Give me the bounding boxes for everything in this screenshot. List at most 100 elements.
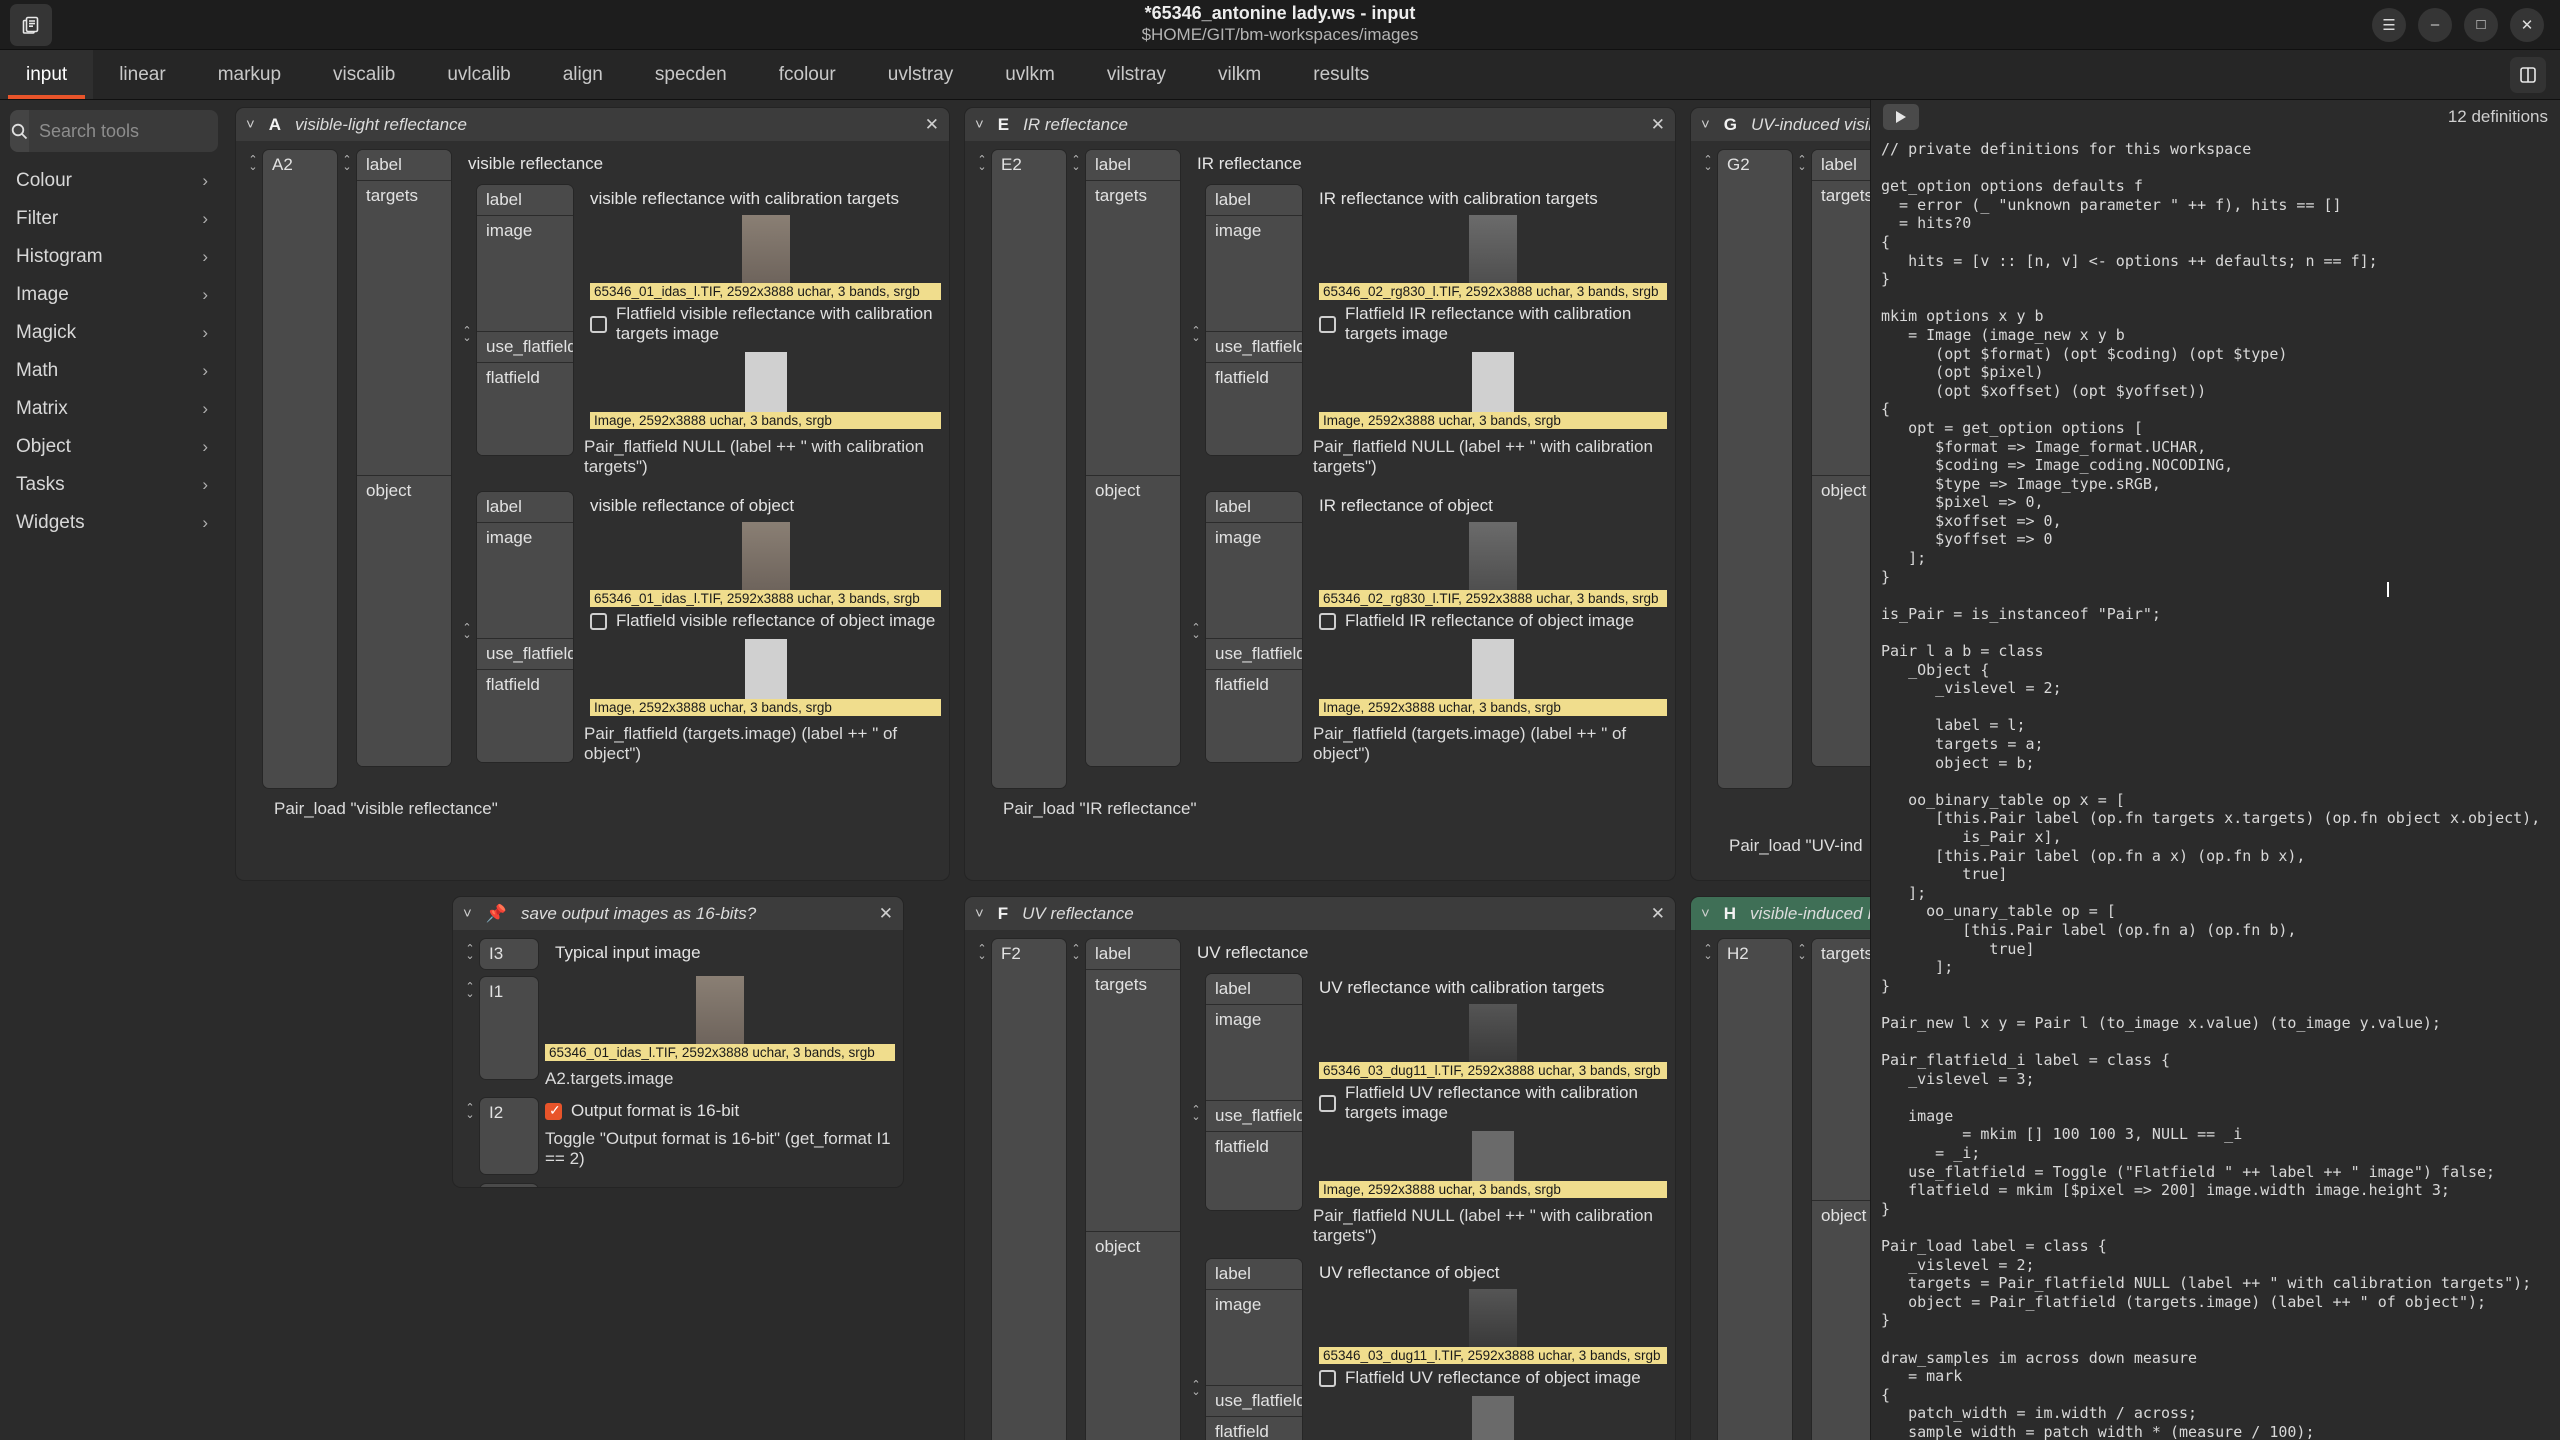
panel-G-row-spinner[interactable]: ⌃ ⌄ <box>1793 149 1811 173</box>
panel-E-object-label-field[interactable]: label <box>1206 492 1302 523</box>
panel-F-object-image-field[interactable]: image <box>1206 1290 1302 1386</box>
panel-E-row-spinner[interactable]: ⌃ ⌄ <box>1067 149 1085 173</box>
panel-F-targets-useflatfield-field[interactable]: use_flatfield <box>1206 1101 1302 1132</box>
run-icon[interactable] <box>1883 104 1919 130</box>
panel-F-row-spinner[interactable]: ⌃ ⌄ <box>1067 938 1085 962</box>
tab-uvlstray[interactable]: uvlstray <box>862 50 979 99</box>
sidebar-item-magick[interactable]: Magick › <box>10 314 218 352</box>
sidebar-item-widgets[interactable]: Widgets › <box>10 504 218 542</box>
panel-F-label-field[interactable]: label <box>1086 939 1180 970</box>
panel-E-object-flatfield-field[interactable]: flatfield <box>1206 670 1302 762</box>
panel-A-close-icon[interactable]: ✕ <box>925 115 939 135</box>
panel-E-name[interactable]: E2 <box>991 149 1067 789</box>
panel-H-targets-field[interactable]: targets <box>1812 939 1870 1201</box>
panel-save-output[interactable]: ˅ 📌 save output images as 16-bits? ✕ ⌃ ⌄ … <box>453 897 903 1187</box>
panel-E-object-useflatfield-field[interactable]: use_flatfield <box>1206 639 1302 670</box>
tab-linear[interactable]: linear <box>93 50 191 99</box>
panel-save-name-i1[interactable]: I1 <box>479 976 539 1080</box>
panel-E-spinner[interactable]: ⌃ ⌄ <box>973 149 991 173</box>
code-editor[interactable]: // private definitions for this workspac… <box>1871 134 2560 1440</box>
panel-save-depth-field[interactable]: depth <box>479 1183 539 1187</box>
tab-vilstray[interactable]: vilstray <box>1081 50 1192 99</box>
maximize-icon[interactable]: □ <box>2464 7 2498 42</box>
panel-H-spinner[interactable]: ⌃ ⌄ <box>1699 938 1717 962</box>
panel-A-targets-label-field[interactable]: label <box>477 185 573 216</box>
sidebar-item-matrix[interactable]: Matrix › <box>10 390 218 428</box>
panel-F-object-field[interactable]: object <box>1086 1232 1180 1440</box>
panel-A-label-field[interactable]: label <box>357 150 451 181</box>
panel-F-object-flatfield-field[interactable]: flatfield <box>1206 1417 1302 1440</box>
panel-F-close-icon[interactable]: ✕ <box>1651 904 1665 924</box>
tab-results[interactable]: results <box>1287 50 1395 99</box>
panel-F-targets-thumbnail[interactable] <box>1469 1004 1517 1062</box>
sidebar-item-tasks[interactable]: Tasks › <box>10 466 218 504</box>
chevron-down-icon[interactable]: ˅ <box>1701 116 1710 133</box>
panel-F-object-label-field[interactable]: label <box>1206 1259 1302 1290</box>
panel-E-close-icon[interactable]: ✕ <box>1651 115 1665 135</box>
menu-icon[interactable]: ☰ <box>2372 7 2406 42</box>
panel-F-object-spinner[interactable]: ⌃ ⌄ <box>1187 1258 1205 1440</box>
panel-A-targets-field[interactable]: targets <box>357 181 451 476</box>
panel-H-name[interactable]: H2 <box>1717 938 1793 1440</box>
panel-G-label-field[interactable]: label <box>1812 150 1870 181</box>
panel-E-object-flatfield-preview[interactable] <box>1472 639 1514 699</box>
panel-save-thumbnail[interactable] <box>696 976 744 1044</box>
panel-save-16bit-checkbox[interactable] <box>545 1102 562 1120</box>
panel-A-object-spinner[interactable]: ⌃ ⌄ <box>458 491 476 764</box>
panel-A-spinner[interactable]: ⌃ ⌄ <box>244 149 262 173</box>
panel-A-targets-spinner[interactable]: ⌃ ⌄ <box>458 184 476 477</box>
panel-E[interactable]: ˅ E IR reflectance ✕ ⌃ ⌄ E2 ⌃ ⌄ label targ… <box>965 108 1675 880</box>
panel-F-object-useflatfield-field[interactable]: use_flatfield <box>1206 1386 1302 1417</box>
panel-H-row-spinner[interactable]: ⌃ ⌄ <box>1793 938 1811 962</box>
panel-save-spinner-i3[interactable]: ⌃ ⌄ <box>461 938 479 962</box>
panel-E-object-useflatfield-checkbox[interactable] <box>1319 612 1336 630</box>
search-icon[interactable] <box>10 110 29 152</box>
search-input[interactable] <box>29 110 218 152</box>
panel-A-name[interactable]: A2 <box>262 149 338 789</box>
panel-F-targets-flatfield-preview[interactable] <box>1472 1131 1514 1181</box>
sidebar-item-histogram[interactable]: Histogram › <box>10 238 218 276</box>
panel-F-targets-image-field[interactable]: image <box>1206 1005 1302 1101</box>
panel-A-targets-useflatfield-checkbox[interactable] <box>590 315 607 333</box>
panel-A-targets-useflatfield-field[interactable]: use_flatfield <box>477 332 573 363</box>
panel-E-targets-useflatfield-checkbox[interactable] <box>1319 315 1336 333</box>
panel-save-name-i3[interactable]: I3 <box>479 938 539 970</box>
panel-E-label-field[interactable]: label <box>1086 150 1180 181</box>
panel-E-targets-useflatfield-field[interactable]: use_flatfield <box>1206 332 1302 363</box>
tab-viscalib[interactable]: viscalib <box>307 50 421 99</box>
chevron-down-icon[interactable]: ˅ <box>463 905 472 922</box>
tab-vilkm[interactable]: vilkm <box>1192 50 1287 99</box>
panel-A-object-useflatfield-field[interactable]: use_flatfield <box>477 639 573 670</box>
panel-save-spinner-i2[interactable]: ⌃ ⌄ <box>461 1097 479 1121</box>
panel-F-targets-label-field[interactable]: label <box>1206 974 1302 1005</box>
panel-F-targets-flatfield-field[interactable]: flatfield <box>1206 1132 1302 1210</box>
panel-save-name-i2[interactable]: I2 <box>479 1097 539 1175</box>
panel-E-object-image-field[interactable]: image <box>1206 523 1302 639</box>
chevron-down-icon[interactable]: ˅ <box>975 116 984 133</box>
panel-E-targets-image-field[interactable]: image <box>1206 216 1302 332</box>
sidebar-item-colour[interactable]: Colour › <box>10 162 218 200</box>
panel-H-object-field[interactable]: object <box>1812 1201 1870 1440</box>
panel-G-object-field[interactable]: object <box>1812 476 1870 766</box>
panel-A-targets-flatfield-preview[interactable] <box>744 352 787 412</box>
panel-A-targets-flatfield-field[interactable]: flatfield <box>477 363 573 455</box>
panel-F-object-thumbnail[interactable] <box>1469 1289 1517 1347</box>
panel-save-pin-icon[interactable]: 📌 <box>486 904 507 924</box>
panel-F-name[interactable]: F2 <box>991 938 1067 1440</box>
panel-F-targets-spinner[interactable]: ⌃ ⌄ <box>1187 973 1205 1246</box>
panel-save-spinner-i1[interactable]: ⌃ ⌄ <box>461 976 479 1000</box>
panel-E-object-thumbnail[interactable] <box>1469 522 1517 590</box>
panel-F-object-flatfield-preview[interactable] <box>1472 1396 1514 1440</box>
close-icon[interactable]: ✕ <box>2510 7 2544 42</box>
panel-G[interactable]: ˅ G UV-induced visible lum ⌃⌄ G2 ⌃⌄ labe… <box>1691 108 1870 880</box>
tab-markup[interactable]: markup <box>192 50 307 99</box>
panel-E-targets-thumbnail[interactable] <box>1469 215 1517 283</box>
panel-E-targets-flatfield-preview[interactable] <box>1472 352 1514 412</box>
sidebar-item-filter[interactable]: Filter › <box>10 200 218 238</box>
panel-A-object-thumbnail[interactable] <box>741 522 790 590</box>
new-tab-icon[interactable] <box>2510 56 2546 93</box>
panel-G-targets-field[interactable]: targets <box>1812 181 1870 476</box>
sidebar-item-object[interactable]: Object › <box>10 428 218 466</box>
sidebar-item-math[interactable]: Math › <box>10 352 218 390</box>
panel-F-targets-field[interactable]: targets <box>1086 970 1180 1232</box>
